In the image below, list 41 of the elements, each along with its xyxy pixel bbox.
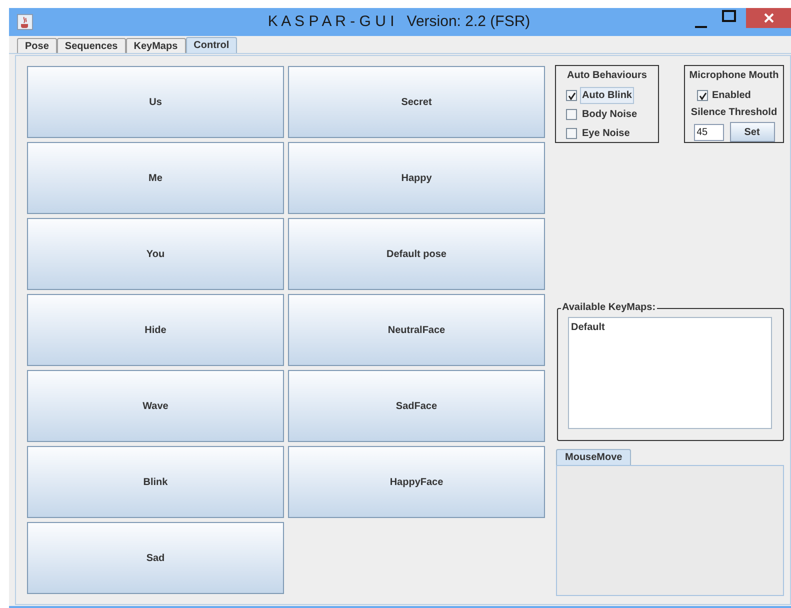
action-button[interactable]: HappyFace [288, 446, 545, 518]
checkbox[interactable] [566, 90, 577, 101]
panel-title: Microphone Mouth [689, 69, 779, 83]
maximize-icon[interactable] [722, 10, 736, 22]
close-icon[interactable] [764, 13, 774, 23]
action-button[interactable]: Default pose [288, 218, 545, 290]
action-button[interactable]: NeutralFace [288, 294, 545, 366]
tab[interactable]: Control [186, 37, 238, 53]
close-button[interactable] [746, 8, 791, 28]
action-button[interactable]: Me [27, 142, 284, 214]
action-button[interactable]: Us [27, 66, 284, 138]
action-button[interactable]: Happy [288, 142, 545, 214]
window-title: K A S P A R - G U I Version: 2.2 (FSR) [266, 12, 532, 32]
action-button[interactable]: Hide [27, 294, 284, 366]
app-icon [17, 14, 33, 30]
checkbox-label[interactable]: Enabled [712, 88, 751, 103]
threshold-field[interactable]: 45 [694, 124, 724, 140]
checkmark-icon [568, 92, 576, 100]
action-button[interactable]: Secret [288, 66, 545, 138]
tab[interactable]: KeyMaps [126, 38, 186, 53]
list-item[interactable]: Default [571, 320, 605, 335]
action-button[interactable]: You [27, 218, 284, 290]
action-button[interactable]: Blink [27, 446, 284, 518]
panel-title: Available KeyMaps: [561, 302, 657, 314]
action-button[interactable]: SadFace [288, 370, 545, 442]
checkbox[interactable] [697, 90, 708, 101]
checkbox[interactable] [566, 128, 577, 139]
action-button[interactable]: Sad [27, 522, 284, 594]
tab[interactable]: MouseMove [556, 449, 632, 465]
set-button[interactable]: Set [730, 122, 774, 142]
tab[interactable]: Sequences [56, 38, 126, 53]
panel-title: Auto Behaviours [566, 69, 648, 83]
action-button[interactable]: Wave [27, 370, 284, 442]
checkbox-label[interactable]: Body Noise [580, 106, 640, 123]
checkbox[interactable] [566, 109, 577, 120]
keymaps-list[interactable]: Default [568, 317, 772, 429]
checkmark-icon [698, 92, 706, 100]
checkbox-label[interactable]: Eye Noise [580, 125, 632, 142]
checkbox-label[interactable]: Auto Blink [580, 87, 634, 104]
tab[interactable]: Pose [17, 38, 57, 53]
field-label: Silence Threshold [690, 106, 778, 120]
